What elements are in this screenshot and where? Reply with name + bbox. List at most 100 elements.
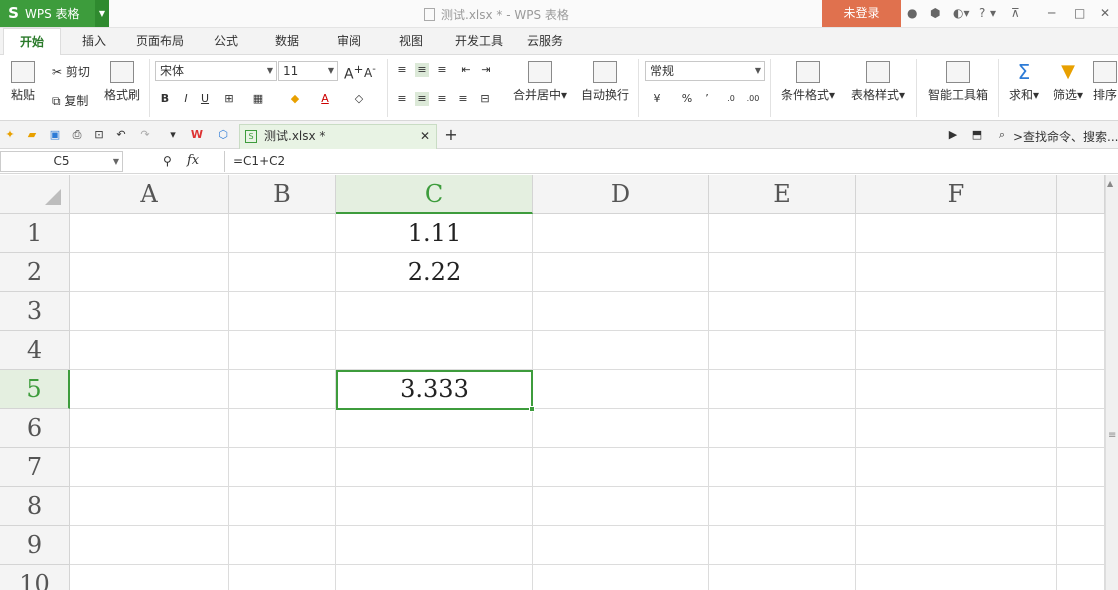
grid-cell[interactable] bbox=[533, 292, 709, 331]
fill-color-icon[interactable]: ◆ bbox=[288, 92, 302, 106]
zoom-icon[interactable]: ⚲ bbox=[163, 154, 172, 168]
grid-cell[interactable] bbox=[70, 214, 229, 253]
grid-cell[interactable] bbox=[336, 487, 533, 526]
grid-cell[interactable] bbox=[229, 565, 336, 590]
grid-cell[interactable] bbox=[856, 292, 1057, 331]
column-header-b[interactable]: B bbox=[229, 175, 336, 214]
grid-cell[interactable] bbox=[1057, 331, 1105, 370]
grid-cell[interactable] bbox=[856, 370, 1057, 409]
grid-cell[interactable] bbox=[229, 331, 336, 370]
increase-indent-icon[interactable]: ⇥ bbox=[479, 63, 493, 77]
sort-button[interactable]: 排序 bbox=[1092, 61, 1118, 103]
currency-icon[interactable]: ¥ bbox=[650, 92, 664, 106]
font-name-select[interactable]: 宋体 ▼ bbox=[155, 61, 277, 81]
grid-cell[interactable] bbox=[533, 526, 709, 565]
decrease-font-icon[interactable]: A- bbox=[364, 64, 376, 80]
column-header-e[interactable]: E bbox=[709, 175, 856, 214]
grid-cell[interactable] bbox=[1057, 409, 1105, 448]
grid-cell[interactable] bbox=[709, 409, 856, 448]
redo-icon[interactable]: ↷ bbox=[138, 128, 152, 142]
grid-cell[interactable] bbox=[856, 526, 1057, 565]
row-header-5[interactable]: 5 bbox=[0, 370, 70, 409]
grid-cell[interactable] bbox=[856, 331, 1057, 370]
grid-cell[interactable] bbox=[336, 331, 533, 370]
open-folder-icon[interactable]: ▰ bbox=[25, 128, 39, 142]
increase-decimal-icon[interactable]: .0 bbox=[724, 92, 738, 106]
align-middle-icon[interactable]: ≡ bbox=[415, 63, 429, 77]
grid-cell[interactable] bbox=[533, 214, 709, 253]
new-icon[interactable]: ✦ bbox=[3, 128, 17, 142]
decrease-decimal-icon[interactable]: .00 bbox=[746, 92, 760, 106]
grid-cell[interactable] bbox=[70, 292, 229, 331]
wps-w-icon[interactable]: W bbox=[190, 128, 204, 142]
print-icon[interactable]: ⎙ bbox=[70, 128, 84, 142]
share-icon[interactable]: ⬒ bbox=[970, 128, 984, 142]
grid-cell[interactable] bbox=[856, 565, 1057, 590]
row-header-1[interactable]: 1 bbox=[0, 214, 70, 253]
grid-cell[interactable] bbox=[856, 214, 1057, 253]
command-search[interactable]: >查找命令、搜索... bbox=[1013, 128, 1118, 145]
minimize-icon[interactable]: ─ bbox=[1048, 5, 1055, 21]
grid-cell[interactable] bbox=[1057, 370, 1105, 409]
present-icon[interactable]: ▶ bbox=[946, 128, 960, 142]
splitter-icon[interactable]: ≡ bbox=[1108, 430, 1116, 441]
add-tab-icon[interactable]: + bbox=[444, 127, 458, 143]
tab-cloud[interactable]: 云服务 bbox=[521, 28, 569, 55]
grid-cell[interactable] bbox=[336, 292, 533, 331]
grid-cell[interactable] bbox=[856, 253, 1057, 292]
save-icon[interactable]: ▣ bbox=[48, 128, 62, 142]
smart-toolbox-button[interactable]: 智能工具箱 bbox=[924, 61, 992, 103]
paste-button[interactable]: 粘贴 bbox=[6, 61, 40, 103]
column-header-c[interactable]: C bbox=[336, 175, 533, 214]
wrap-text-button[interactable]: 自动换行 bbox=[578, 61, 632, 103]
help-icon[interactable]: ? bbox=[979, 5, 985, 21]
row-header-8[interactable]: 8 bbox=[0, 487, 70, 526]
align-top-icon[interactable]: ≡ bbox=[395, 63, 409, 77]
tab-page-layout[interactable]: 页面布局 bbox=[130, 28, 190, 55]
login-button[interactable]: 未登录 bbox=[822, 0, 901, 27]
grid-cell[interactable] bbox=[533, 448, 709, 487]
increase-font-icon[interactable]: A+ bbox=[344, 62, 363, 83]
cell-c1[interactable]: 1.11 bbox=[336, 214, 533, 253]
grid-cell[interactable] bbox=[70, 409, 229, 448]
comma-button[interactable]: ’ bbox=[700, 92, 714, 106]
row-header-4[interactable]: 4 bbox=[0, 331, 70, 370]
grid-cell[interactable] bbox=[1057, 253, 1105, 292]
bold-button[interactable]: B bbox=[158, 92, 172, 106]
grid-cell[interactable] bbox=[709, 331, 856, 370]
align-center-icon[interactable]: ≡ bbox=[415, 92, 429, 106]
app-menu-button[interactable]: S WPS 表格 ▼ bbox=[0, 0, 109, 27]
grid-cell[interactable] bbox=[856, 448, 1057, 487]
grid-cell[interactable] bbox=[70, 565, 229, 590]
close-icon[interactable]: ✕ bbox=[1100, 5, 1110, 21]
justify-icon[interactable]: ≡ bbox=[456, 92, 470, 106]
tab-home[interactable]: 开始 bbox=[3, 28, 61, 56]
tab-view[interactable]: 视图 bbox=[388, 28, 434, 55]
align-right-icon[interactable]: ≡ bbox=[435, 92, 449, 106]
filter-button[interactable]: ▼ 筛选▾ bbox=[1048, 61, 1088, 103]
tab-review[interactable]: 审阅 bbox=[326, 28, 372, 55]
grid-cell[interactable] bbox=[709, 526, 856, 565]
grid-cell[interactable] bbox=[856, 409, 1057, 448]
row-header-10[interactable]: 10 bbox=[0, 565, 70, 590]
number-format-select[interactable]: 常规 ▼ bbox=[645, 61, 765, 81]
grid-cell[interactable] bbox=[856, 487, 1057, 526]
column-header-g[interactable] bbox=[1057, 175, 1105, 214]
decrease-indent-icon[interactable]: ⇤ bbox=[459, 63, 473, 77]
grid-cell[interactable] bbox=[70, 526, 229, 565]
row-header-7[interactable]: 7 bbox=[0, 448, 70, 487]
row-header-6[interactable]: 6 bbox=[0, 409, 70, 448]
maximize-icon[interactable]: □ bbox=[1074, 5, 1085, 21]
fill-pattern-icon[interactable]: ▦ bbox=[251, 92, 265, 106]
grid-cell[interactable] bbox=[1057, 565, 1105, 590]
clear-format-icon[interactable]: ◇ bbox=[352, 92, 366, 106]
customize-dropdown-icon[interactable]: ▾ bbox=[166, 128, 180, 142]
grid-cell[interactable] bbox=[533, 253, 709, 292]
grid-cell[interactable] bbox=[533, 331, 709, 370]
align-left-icon[interactable]: ≡ bbox=[395, 92, 409, 106]
distributed-icon[interactable]: ⊟ bbox=[478, 92, 492, 106]
print-preview-icon[interactable]: ⊡ bbox=[92, 128, 106, 142]
column-header-a[interactable]: A bbox=[70, 175, 229, 214]
chevron-down-icon[interactable]: ▼ bbox=[95, 0, 109, 27]
conditional-format-button[interactable]: 条件格式▾ bbox=[776, 61, 840, 103]
